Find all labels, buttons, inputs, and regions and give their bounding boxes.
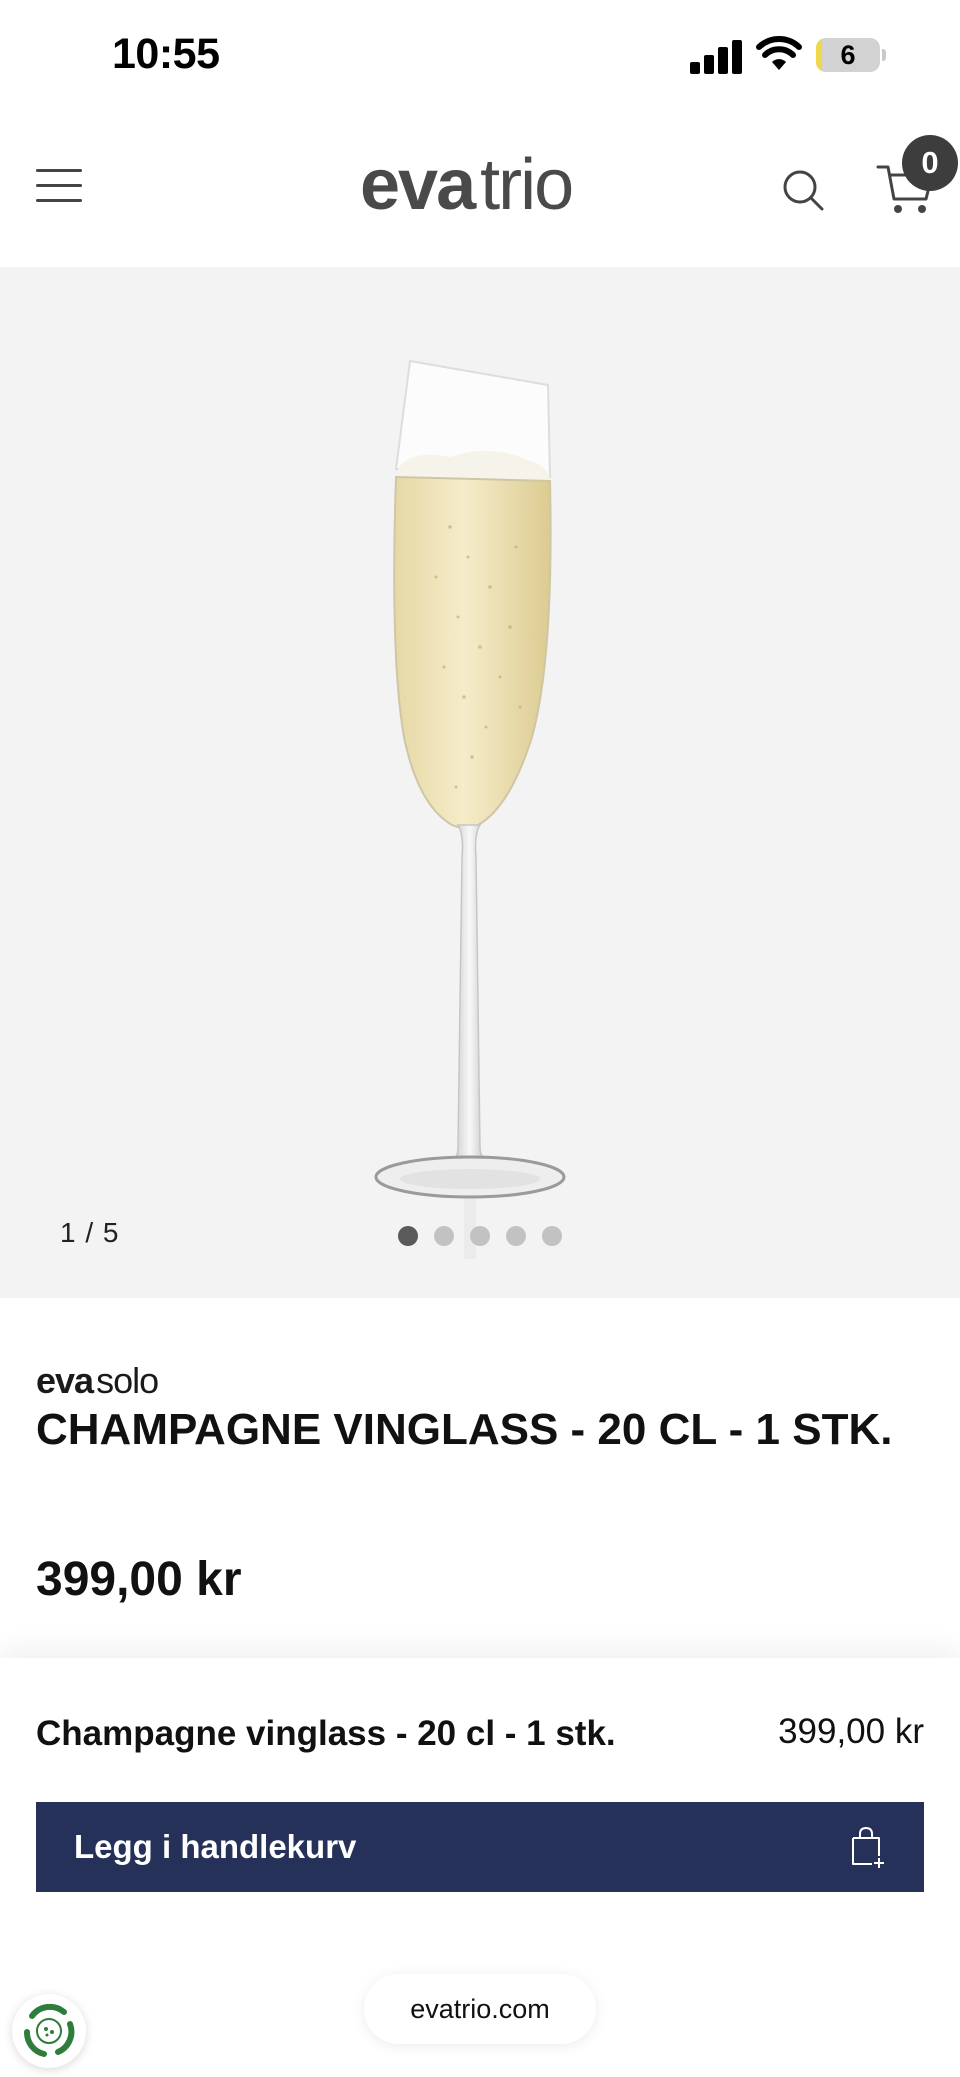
gallery-dot[interactable]: [398, 1226, 418, 1246]
logo-light-text: trio: [480, 145, 574, 225]
brand-logo[interactable]: evasolo: [36, 1360, 159, 1402]
shopping-bag-add-icon: [852, 1826, 884, 1868]
gallery-dot[interactable]: [470, 1226, 490, 1246]
champagne-glass-image: [374, 359, 566, 1259]
site-header: evatrio 0: [0, 115, 960, 267]
evatrio-logo[interactable]: evatrio: [360, 145, 600, 225]
eco-badge-icon[interactable]: [12, 1994, 86, 2068]
gallery-pagination: [398, 1226, 562, 1246]
logo-bold-text: eva: [360, 145, 476, 225]
gallery-dot[interactable]: [542, 1226, 562, 1246]
product-page: 10:55 6 evatrio 0 1 / 5 evasolo CHAMPAGN…: [0, 0, 960, 2077]
wifi-icon: [756, 36, 802, 70]
battery-icon: 6: [816, 38, 886, 72]
status-bar: 10:55 6: [0, 0, 960, 115]
browser-url-bar[interactable]: evatrio.com: [364, 1974, 596, 2044]
menu-button[interactable]: [36, 167, 84, 203]
product-gallery[interactable]: 1 / 5: [0, 267, 960, 1298]
gallery-dot[interactable]: [434, 1226, 454, 1246]
search-icon[interactable]: [780, 167, 826, 213]
image-counter: 1 / 5: [60, 1217, 120, 1248]
add-to-cart-button[interactable]: Legg i handlekurv: [36, 1802, 924, 1892]
cart-count-badge[interactable]: 0: [902, 135, 958, 191]
product-title: CHAMPAGNE VINGLASS - 20 CL - 1 STK.: [36, 1405, 893, 1454]
product-price: 399,00 kr: [36, 1553, 242, 1606]
brand-light-text: solo: [96, 1360, 159, 1401]
sticky-product-name: Champagne vinglass - 20 cl - 1 stk.: [36, 1714, 616, 1753]
add-to-cart-label: Legg i handlekurv: [74, 1828, 357, 1865]
gallery-dot[interactable]: [506, 1226, 526, 1246]
brand-bold-text: eva: [36, 1360, 94, 1401]
sticky-product-price: 399,00 kr: [778, 1712, 924, 1751]
cellular-signal-icon: [690, 38, 742, 74]
status-time: 10:55: [112, 30, 220, 78]
battery-level: 6: [840, 40, 856, 70]
